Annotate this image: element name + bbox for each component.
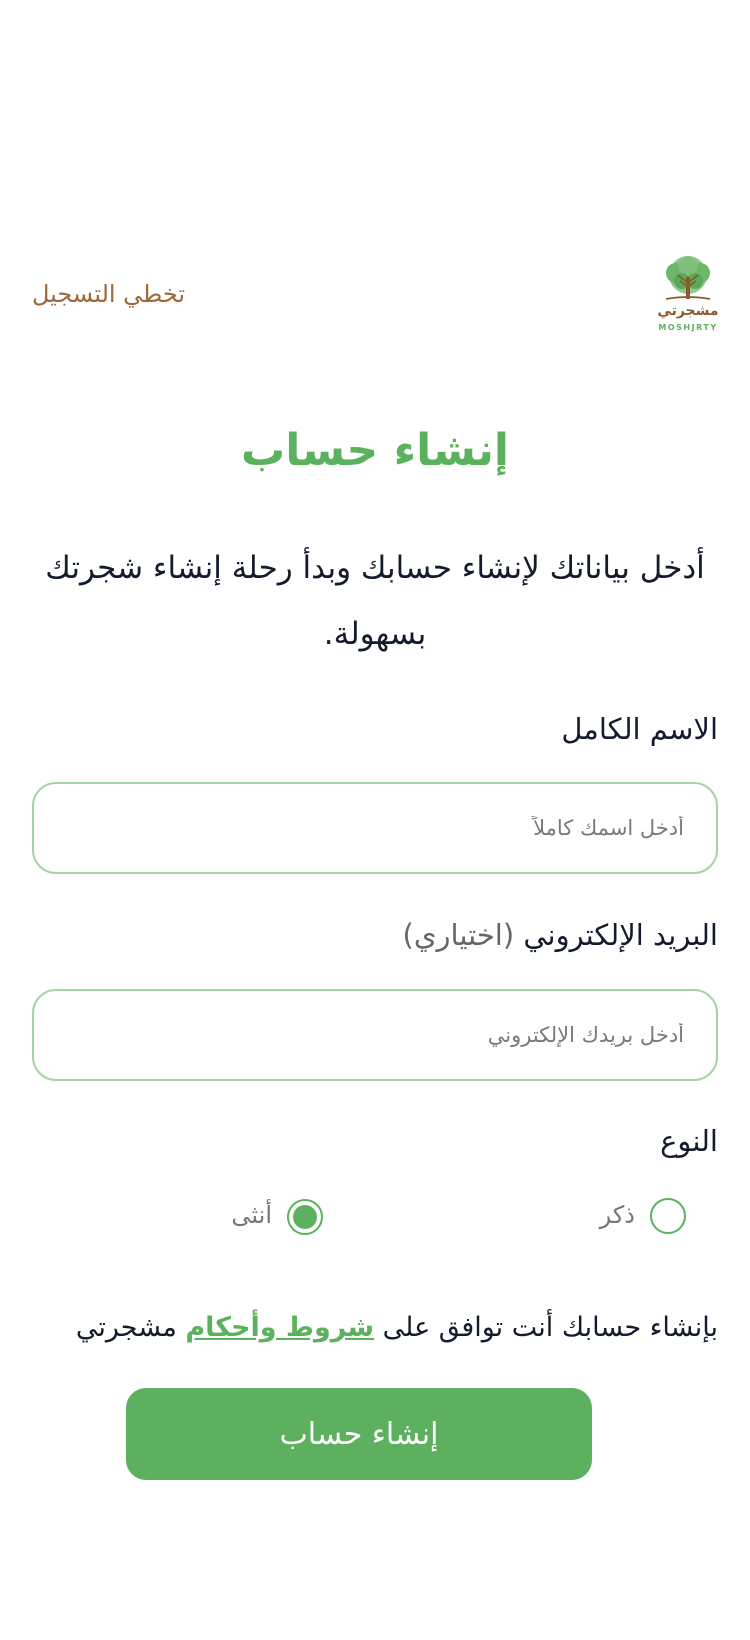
gender-label-female[interactable]: أنثى <box>231 1201 272 1229</box>
gender-label: النوع <box>660 1124 718 1158</box>
logo-text-arabic: مشجرتي <box>657 303 719 319</box>
create-account-button[interactable]: إنشاء حساب <box>126 1388 592 1480</box>
page-title: إنشاء حساب <box>241 425 509 476</box>
email-label-text: البريد الإلكتروني <box>523 918 718 952</box>
skip-registration-link[interactable]: تخطي التسجيل <box>32 280 185 308</box>
email-input[interactable] <box>34 991 716 1079</box>
full-name-input[interactable] <box>34 784 716 872</box>
full-name-label: الاسم الكامل <box>561 712 718 746</box>
gender-label-male[interactable]: ذكر <box>600 1201 635 1229</box>
email-field-container <box>32 989 718 1081</box>
logo-text-english: MOSHJRTY <box>658 323 718 332</box>
app-logo: مشجرتي MOSHJRTY <box>652 255 724 337</box>
gender-radio-male[interactable] <box>650 1198 686 1234</box>
radio-selected-dot <box>293 1205 317 1229</box>
tree-logo-icon <box>665 256 711 300</box>
terms-suffix: مشجرتي <box>75 1312 186 1343</box>
gender-radio-female[interactable] <box>287 1199 323 1235</box>
terms-prefix: بإنشاء حسابك أنت توافق على <box>374 1312 718 1343</box>
full-name-field-container <box>32 782 718 874</box>
email-label: البريد الإلكتروني (اختياري) <box>403 918 718 952</box>
terms-text: بإنشاء حسابك أنت توافق على شروط وأحكام م… <box>76 1312 718 1343</box>
terms-link[interactable]: شروط وأحكام <box>185 1312 374 1343</box>
email-optional-text: (اختياري) <box>402 918 515 952</box>
page-subtitle: أدخل بياناتك لإنشاء حسابك وبدأ رحلة إنشا… <box>45 550 705 652</box>
